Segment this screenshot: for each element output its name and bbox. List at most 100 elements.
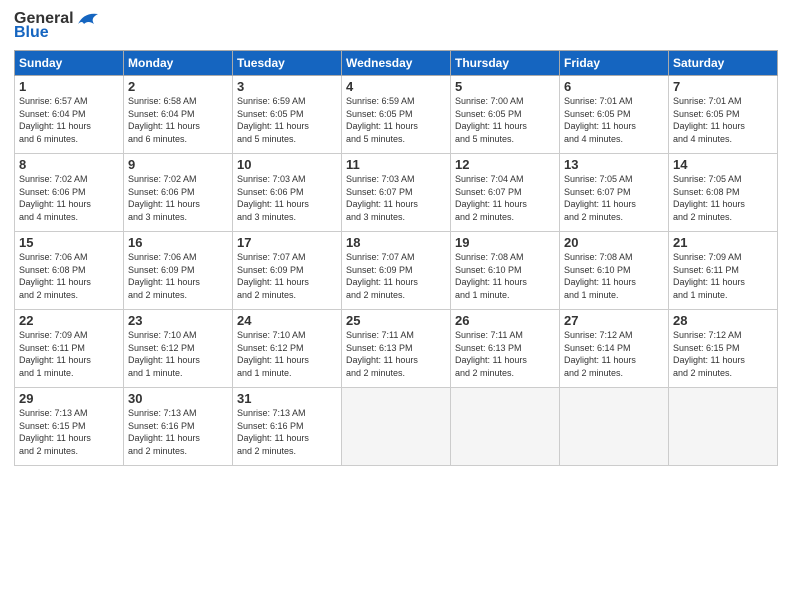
calendar-cell: [560, 388, 669, 466]
calendar-cell: 22Sunrise: 7:09 AM Sunset: 6:11 PM Dayli…: [15, 310, 124, 388]
day-of-week-header: Tuesday: [233, 51, 342, 76]
calendar-body: 1Sunrise: 6:57 AM Sunset: 6:04 PM Daylig…: [15, 76, 778, 466]
day-number: 29: [19, 391, 119, 406]
day-number: 10: [237, 157, 337, 172]
day-info: Sunrise: 7:06 AM Sunset: 6:09 PM Dayligh…: [128, 251, 228, 301]
day-number: 8: [19, 157, 119, 172]
calendar-cell: [669, 388, 778, 466]
day-info: Sunrise: 7:11 AM Sunset: 6:13 PM Dayligh…: [455, 329, 555, 379]
day-info: Sunrise: 7:04 AM Sunset: 6:07 PM Dayligh…: [455, 173, 555, 223]
calendar-cell: 21Sunrise: 7:09 AM Sunset: 6:11 PM Dayli…: [669, 232, 778, 310]
day-info: Sunrise: 7:03 AM Sunset: 6:06 PM Dayligh…: [237, 173, 337, 223]
logo-bird-icon: [76, 10, 100, 28]
day-info: Sunrise: 7:07 AM Sunset: 6:09 PM Dayligh…: [346, 251, 446, 301]
calendar-page: General Blue SundayMondayTuesdayWednesda…: [0, 0, 792, 612]
day-of-week-header: Friday: [560, 51, 669, 76]
day-info: Sunrise: 7:13 AM Sunset: 6:15 PM Dayligh…: [19, 407, 119, 457]
day-number: 6: [564, 79, 664, 94]
calendar-cell: [342, 388, 451, 466]
day-info: Sunrise: 7:01 AM Sunset: 6:05 PM Dayligh…: [673, 95, 773, 145]
day-info: Sunrise: 7:08 AM Sunset: 6:10 PM Dayligh…: [564, 251, 664, 301]
day-info: Sunrise: 7:12 AM Sunset: 6:15 PM Dayligh…: [673, 329, 773, 379]
calendar-cell: 31Sunrise: 7:13 AM Sunset: 6:16 PM Dayli…: [233, 388, 342, 466]
calendar-cell: 10Sunrise: 7:03 AM Sunset: 6:06 PM Dayli…: [233, 154, 342, 232]
calendar-cell: 18Sunrise: 7:07 AM Sunset: 6:09 PM Dayli…: [342, 232, 451, 310]
calendar-cell: 26Sunrise: 7:11 AM Sunset: 6:13 PM Dayli…: [451, 310, 560, 388]
day-info: Sunrise: 7:02 AM Sunset: 6:06 PM Dayligh…: [128, 173, 228, 223]
day-number: 3: [237, 79, 337, 94]
day-number: 9: [128, 157, 228, 172]
day-number: 13: [564, 157, 664, 172]
day-number: 15: [19, 235, 119, 250]
day-info: Sunrise: 7:09 AM Sunset: 6:11 PM Dayligh…: [19, 329, 119, 379]
day-number: 12: [455, 157, 555, 172]
day-info: Sunrise: 7:12 AM Sunset: 6:14 PM Dayligh…: [564, 329, 664, 379]
day-number: 27: [564, 313, 664, 328]
day-number: 20: [564, 235, 664, 250]
day-number: 2: [128, 79, 228, 94]
calendar-header: SundayMondayTuesdayWednesdayThursdayFrid…: [15, 51, 778, 76]
calendar-cell: 20Sunrise: 7:08 AM Sunset: 6:10 PM Dayli…: [560, 232, 669, 310]
page-header: General Blue: [14, 10, 778, 42]
day-info: Sunrise: 7:10 AM Sunset: 6:12 PM Dayligh…: [237, 329, 337, 379]
day-info: Sunrise: 7:13 AM Sunset: 6:16 PM Dayligh…: [128, 407, 228, 457]
day-number: 1: [19, 79, 119, 94]
day-number: 17: [237, 235, 337, 250]
calendar-week-row: 29Sunrise: 7:13 AM Sunset: 6:15 PM Dayli…: [15, 388, 778, 466]
calendar-cell: 19Sunrise: 7:08 AM Sunset: 6:10 PM Dayli…: [451, 232, 560, 310]
day-number: 25: [346, 313, 446, 328]
day-info: Sunrise: 6:57 AM Sunset: 6:04 PM Dayligh…: [19, 95, 119, 145]
day-number: 4: [346, 79, 446, 94]
day-number: 5: [455, 79, 555, 94]
calendar-week-row: 8Sunrise: 7:02 AM Sunset: 6:06 PM Daylig…: [15, 154, 778, 232]
calendar-cell: 17Sunrise: 7:07 AM Sunset: 6:09 PM Dayli…: [233, 232, 342, 310]
day-number: 23: [128, 313, 228, 328]
day-info: Sunrise: 7:05 AM Sunset: 6:07 PM Dayligh…: [564, 173, 664, 223]
calendar-week-row: 22Sunrise: 7:09 AM Sunset: 6:11 PM Dayli…: [15, 310, 778, 388]
calendar-cell: 6Sunrise: 7:01 AM Sunset: 6:05 PM Daylig…: [560, 76, 669, 154]
calendar-week-row: 15Sunrise: 7:06 AM Sunset: 6:08 PM Dayli…: [15, 232, 778, 310]
calendar-cell: 23Sunrise: 7:10 AM Sunset: 6:12 PM Dayli…: [124, 310, 233, 388]
day-info: Sunrise: 7:07 AM Sunset: 6:09 PM Dayligh…: [237, 251, 337, 301]
day-number: 21: [673, 235, 773, 250]
day-of-week-header: Sunday: [15, 51, 124, 76]
calendar-cell: 12Sunrise: 7:04 AM Sunset: 6:07 PM Dayli…: [451, 154, 560, 232]
logo: General Blue: [14, 10, 100, 42]
calendar-cell: 28Sunrise: 7:12 AM Sunset: 6:15 PM Dayli…: [669, 310, 778, 388]
day-info: Sunrise: 7:08 AM Sunset: 6:10 PM Dayligh…: [455, 251, 555, 301]
day-number: 24: [237, 313, 337, 328]
day-number: 19: [455, 235, 555, 250]
day-number: 31: [237, 391, 337, 406]
day-of-week-header: Thursday: [451, 51, 560, 76]
day-info: Sunrise: 7:02 AM Sunset: 6:06 PM Dayligh…: [19, 173, 119, 223]
day-number: 28: [673, 313, 773, 328]
calendar-cell: 4Sunrise: 6:59 AM Sunset: 6:05 PM Daylig…: [342, 76, 451, 154]
day-number: 16: [128, 235, 228, 250]
day-info: Sunrise: 7:06 AM Sunset: 6:08 PM Dayligh…: [19, 251, 119, 301]
day-number: 14: [673, 157, 773, 172]
day-info: Sunrise: 6:59 AM Sunset: 6:05 PM Dayligh…: [346, 95, 446, 145]
calendar-cell: 25Sunrise: 7:11 AM Sunset: 6:13 PM Dayli…: [342, 310, 451, 388]
day-number: 22: [19, 313, 119, 328]
calendar-cell: 15Sunrise: 7:06 AM Sunset: 6:08 PM Dayli…: [15, 232, 124, 310]
day-number: 7: [673, 79, 773, 94]
calendar-cell: 3Sunrise: 6:59 AM Sunset: 6:05 PM Daylig…: [233, 76, 342, 154]
calendar-cell: 14Sunrise: 7:05 AM Sunset: 6:08 PM Dayli…: [669, 154, 778, 232]
calendar-cell: 16Sunrise: 7:06 AM Sunset: 6:09 PM Dayli…: [124, 232, 233, 310]
calendar-cell: 27Sunrise: 7:12 AM Sunset: 6:14 PM Dayli…: [560, 310, 669, 388]
calendar-cell: 11Sunrise: 7:03 AM Sunset: 6:07 PM Dayli…: [342, 154, 451, 232]
day-info: Sunrise: 7:11 AM Sunset: 6:13 PM Dayligh…: [346, 329, 446, 379]
day-info: Sunrise: 7:09 AM Sunset: 6:11 PM Dayligh…: [673, 251, 773, 301]
day-number: 18: [346, 235, 446, 250]
day-info: Sunrise: 7:00 AM Sunset: 6:05 PM Dayligh…: [455, 95, 555, 145]
calendar-cell: 30Sunrise: 7:13 AM Sunset: 6:16 PM Dayli…: [124, 388, 233, 466]
day-of-week-header: Wednesday: [342, 51, 451, 76]
calendar-cell: 24Sunrise: 7:10 AM Sunset: 6:12 PM Dayli…: [233, 310, 342, 388]
day-number: 30: [128, 391, 228, 406]
day-info: Sunrise: 7:10 AM Sunset: 6:12 PM Dayligh…: [128, 329, 228, 379]
day-info: Sunrise: 7:03 AM Sunset: 6:07 PM Dayligh…: [346, 173, 446, 223]
calendar-cell: 2Sunrise: 6:58 AM Sunset: 6:04 PM Daylig…: [124, 76, 233, 154]
day-info: Sunrise: 7:13 AM Sunset: 6:16 PM Dayligh…: [237, 407, 337, 457]
calendar-cell: 7Sunrise: 7:01 AM Sunset: 6:05 PM Daylig…: [669, 76, 778, 154]
calendar-week-row: 1Sunrise: 6:57 AM Sunset: 6:04 PM Daylig…: [15, 76, 778, 154]
